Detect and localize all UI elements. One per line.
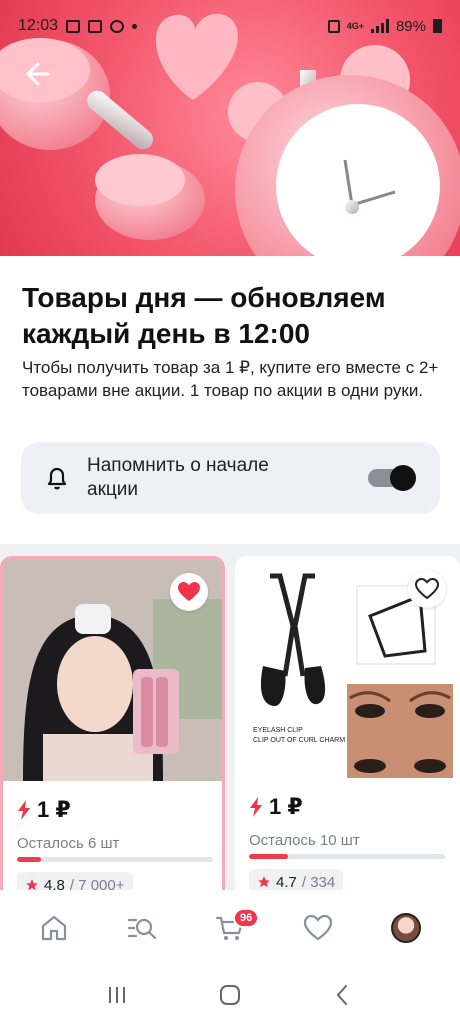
rating-value: 4.8 xyxy=(44,876,65,891)
rating-value: 4.7 xyxy=(276,873,297,891)
battery-icon xyxy=(433,19,442,33)
back-button[interactable] xyxy=(22,60,52,88)
product-price: 1 ₽ xyxy=(37,797,71,822)
home-button-icon[interactable] xyxy=(218,983,242,1007)
lightning-icon xyxy=(250,797,262,817)
film-icon xyxy=(88,19,103,33)
bell-icon xyxy=(47,467,67,490)
favorites-icon xyxy=(303,914,333,941)
lightning-icon xyxy=(18,800,30,820)
notification-dot-icon xyxy=(132,23,138,29)
stock-remaining: Осталось 6 шт xyxy=(17,835,120,852)
system-back-icon[interactable] xyxy=(331,983,355,1007)
recent-apps-icon[interactable] xyxy=(105,983,129,1007)
home-icon xyxy=(41,915,67,941)
product-image-text: CLIP OUT OF CURL CHARM xyxy=(253,737,345,744)
status-bar: 12:03 4G+ 89% xyxy=(0,0,460,52)
product-image-text: EYELASH CLIP xyxy=(253,727,303,734)
favorite-button[interactable] xyxy=(408,570,446,608)
product-card[interactable]: 1 ₽ Осталось 6 шт 4.8 / 7 000+ xyxy=(0,556,225,890)
nav-favorites[interactable] xyxy=(288,898,348,958)
product-card[interactable]: EYELASH CLIP CLIP OUT OF CURL CHARM 1 ₽ … xyxy=(235,556,460,890)
signal-icon xyxy=(370,19,389,33)
favorite-button[interactable] xyxy=(170,573,208,611)
page-title: Товары дня — обновляем каждый день в 12:… xyxy=(22,282,386,349)
stock-progress-bar xyxy=(17,857,213,862)
stock-remaining: Осталось 10 шт xyxy=(249,832,360,849)
gallery-icon xyxy=(66,19,81,33)
reminder-label: Напомнить о начале акции xyxy=(87,455,269,500)
rating-badge: 4.8 / 7 000+ xyxy=(17,872,133,890)
check-circle-icon xyxy=(110,19,125,33)
product-grid: 1 ₽ Осталось 6 шт 4.8 / 7 000+ EYELASH C… xyxy=(0,544,460,890)
nav-catalog[interactable] xyxy=(112,898,172,958)
review-count: / 334 xyxy=(301,873,336,891)
heart-filled-icon xyxy=(178,582,200,601)
battery-percent: 89% xyxy=(395,17,426,35)
reminder-toggle[interactable] xyxy=(368,465,416,491)
alarm-icon xyxy=(327,19,340,33)
product-price: 1 ₽ xyxy=(269,794,303,819)
nav-cart[interactable]: 96 xyxy=(200,898,260,958)
product-image[interactable] xyxy=(3,559,222,781)
catalog-search-icon xyxy=(127,918,157,940)
nav-home[interactable] xyxy=(24,898,84,958)
stock-progress-fill xyxy=(17,857,41,862)
cart-badge: 96 xyxy=(233,908,260,928)
stock-progress-bar xyxy=(249,854,445,859)
heart-outline-icon xyxy=(415,578,439,600)
back-arrow-icon xyxy=(26,62,50,86)
price-row: 1 ₽ xyxy=(17,797,71,823)
price-row: 1 ₽ xyxy=(249,794,303,820)
toggle-knob xyxy=(390,465,416,491)
bottom-navigation: 96 xyxy=(0,890,460,966)
star-icon xyxy=(26,879,38,890)
rating-badge: 4.7 / 334 xyxy=(249,869,344,891)
review-count: / 7 000+ xyxy=(69,876,125,891)
reminder-card[interactable]: Напомнить о начале акции xyxy=(21,442,440,514)
product-image[interactable]: EYELASH CLIP CLIP OUT OF CURL CHARM xyxy=(235,556,460,778)
star-icon xyxy=(258,876,270,888)
profile-avatar xyxy=(391,913,421,943)
network-type: 4G+ xyxy=(346,21,364,31)
promo-description: Чтобы получить товар за 1 ₽, купите его … xyxy=(22,358,439,400)
system-navigation xyxy=(0,966,460,1024)
status-time: 12:03 xyxy=(18,17,59,34)
stock-progress-fill xyxy=(249,854,289,859)
nav-profile[interactable] xyxy=(376,898,436,958)
